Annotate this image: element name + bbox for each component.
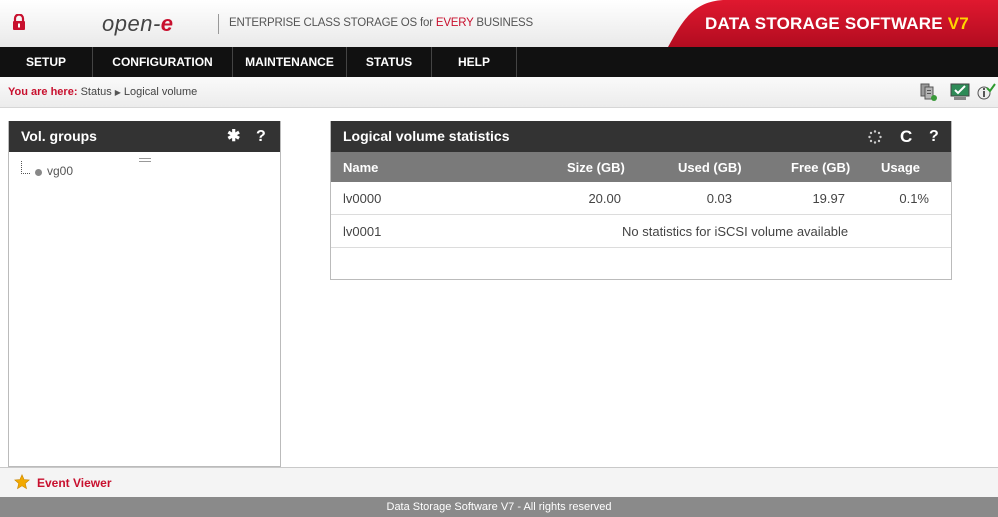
tree-item-vg00[interactable]: vg00 <box>47 164 73 178</box>
brand-logo: open-e <box>102 11 174 36</box>
volume-groups-panel: Vol. groups ✱ ? vg00 <box>8 121 281 467</box>
nav-maintenance[interactable]: MAINTENANCE <box>233 47 347 77</box>
tree-connector <box>21 161 30 174</box>
cell-note: No statistics for iSCSI volume available <box>622 224 849 239</box>
nav-configuration[interactable]: CONFIGURATION <box>93 47 233 77</box>
cell-usage: 0.1% <box>899 191 929 206</box>
event-viewer-link[interactable]: Event Viewer <box>37 476 111 490</box>
cell-used: 0.03 <box>706 191 732 206</box>
gear-icon[interactable]: ✱ <box>227 121 240 152</box>
cell-free: 19.97 <box>812 191 845 206</box>
breadcrumb-current: Logical volume <box>123 86 198 98</box>
tagline: ENTERPRISE CLASS STORAGE OS for EVERY BU… <box>229 17 533 29</box>
logical-volume-stats-panel: Logical volume statistics C ? Name Size … <box>330 121 952 280</box>
breadcrumb-bar: You are here: Status ▶ Logical volume <box>0 77 998 108</box>
app-header: open-e ENTERPRISE CLASS STORAGE OS for E… <box>0 0 998 48</box>
help-icon[interactable]: ? <box>256 121 266 152</box>
table-row[interactable]: lv0000 20.00 0.03 19.97 0.1% <box>331 182 951 215</box>
nav-setup[interactable]: SETUP <box>0 47 93 77</box>
cell-name: lv0000 <box>343 191 382 206</box>
lock-icon[interactable] <box>12 14 26 30</box>
resize-handle-icon[interactable] <box>139 157 151 163</box>
info-check-icon[interactable] <box>976 83 996 101</box>
col-name: Name <box>343 160 379 175</box>
nav-status[interactable]: STATUS <box>347 47 432 77</box>
cell-size: 20.00 <box>588 191 621 206</box>
copyright-text: Data Storage Software V7 - All rights re… <box>386 501 612 513</box>
product-title: DATA STORAGE SOFTWARE V7 <box>705 14 969 33</box>
spinner-icon[interactable] <box>868 130 882 144</box>
tree-node-icon <box>35 169 42 176</box>
main-nav: SETUP CONFIGURATION MAINTENANCE STATUS H… <box>0 47 998 77</box>
table-row[interactable]: lv0001 No statistics for iSCSI volume av… <box>331 215 951 248</box>
cell-name: lv0001 <box>343 224 382 239</box>
star-icon[interactable] <box>14 474 30 490</box>
nav-help[interactable]: HELP <box>432 47 517 77</box>
stats-header: Logical volume statistics C ? <box>331 121 951 152</box>
table-header: Name Size (GB) Used (GB) Free (GB) Usage <box>331 152 951 182</box>
storage-icon[interactable] <box>918 83 938 101</box>
breadcrumb-status[interactable]: Status <box>81 86 112 98</box>
col-free: Free (GB) <box>791 160 851 175</box>
col-size: Size (GB) <box>567 160 625 175</box>
breadcrumb-arrow-icon: ▶ <box>114 88 121 97</box>
breadcrumb-prefix: You are here: <box>8 86 78 98</box>
volume-groups-header: Vol. groups ✱ ? <box>9 121 280 152</box>
header-divider <box>218 14 219 34</box>
event-viewer-bar: Event Viewer <box>0 467 998 497</box>
refresh-icon[interactable]: C <box>900 121 912 152</box>
panel-title: Vol. groups <box>21 128 97 144</box>
breadcrumb: You are here: Status ▶ Logical volume <box>8 86 197 98</box>
col-usage: Usage <box>881 160 921 175</box>
monitor-check-icon[interactable] <box>950 83 970 101</box>
col-used: Used (GB) <box>678 160 742 175</box>
footer-bar: Data Storage Software V7 - All rights re… <box>0 497 998 517</box>
help-icon[interactable]: ? <box>929 121 939 152</box>
panel-title: Logical volume statistics <box>343 128 510 144</box>
